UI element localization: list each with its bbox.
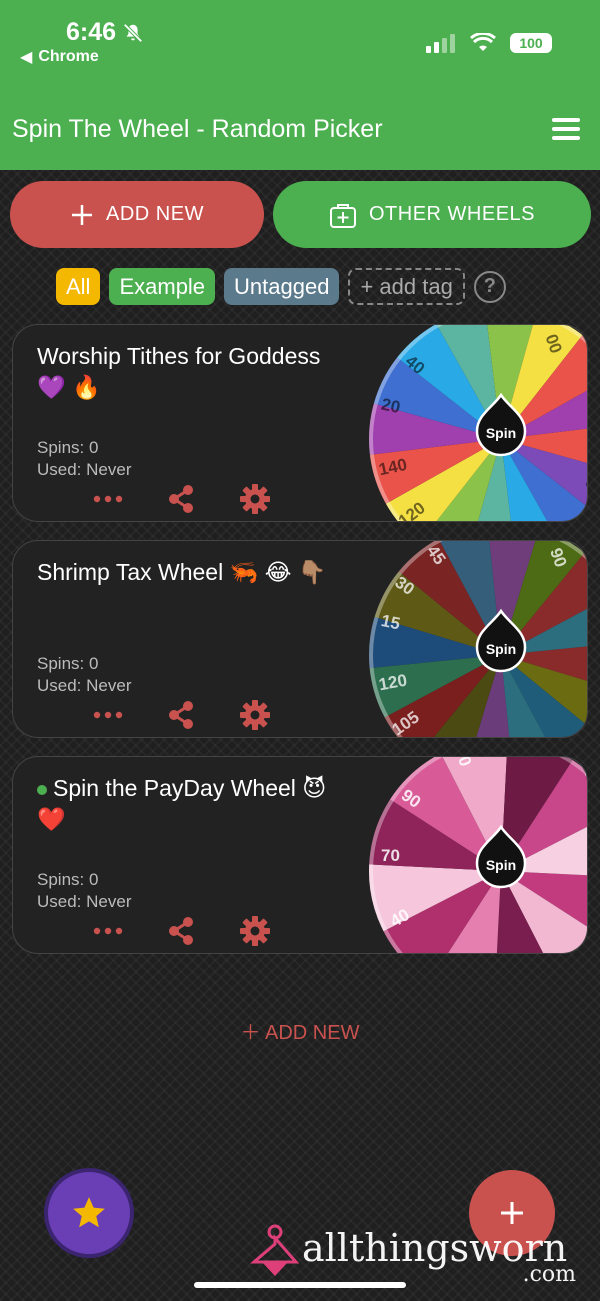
- wheel-stats: Spins: 0 Used: Never: [37, 437, 131, 481]
- wheel-title-text: Spin the PayDay Wheel 😈 ❤️: [37, 775, 327, 832]
- wheel-card[interactable]: Worship Tithes for Goddess 💜 🔥 Spins: 0 …: [12, 324, 588, 522]
- more-options-icon[interactable]: [93, 711, 123, 719]
- add-tag-button[interactable]: + add tag: [348, 268, 465, 305]
- share-icon[interactable]: [167, 916, 195, 946]
- back-to-app[interactable]: ◀ Chrome: [20, 47, 99, 67]
- wheel-stats: Spins: 0 Used: Never: [37, 869, 131, 913]
- spin-wheel[interactable]: 90 70 40 00 0 55 0 05 Spin: [365, 756, 588, 954]
- tag-example[interactable]: Example: [109, 268, 216, 305]
- spin-wheel[interactable]: 45 30 15 120 105 90 90 50 5 Spin: [365, 540, 588, 738]
- back-app-label: Chrome: [38, 48, 99, 65]
- gear-icon[interactable]: [239, 699, 271, 731]
- help-icon[interactable]: ?: [473, 270, 506, 303]
- briefcase-plus-icon: [329, 203, 356, 228]
- wheel-label: 15: [379, 611, 401, 634]
- more-options-icon[interactable]: [93, 927, 123, 935]
- home-indicator: [194, 1282, 406, 1288]
- spin-label: Spin: [486, 425, 516, 441]
- wheel-label: 70: [381, 846, 400, 865]
- spins-count: Spins: 0: [37, 654, 99, 673]
- card-actions: [93, 483, 271, 515]
- wheel-title: Spin the PayDay Wheel 😈 ❤️: [37, 773, 347, 835]
- favorites-button[interactable]: [44, 1168, 134, 1258]
- spins-count: Spins: 0: [37, 870, 99, 889]
- other-wheels-label: OTHER WHEELS: [368, 203, 536, 225]
- used-date: Used: Never: [37, 460, 132, 479]
- gear-icon[interactable]: [239, 483, 271, 515]
- clock: 6:46: [66, 18, 117, 46]
- share-icon[interactable]: [167, 484, 195, 514]
- wheel-title: Worship Tithes for Goddess 💜 🔥: [37, 343, 321, 400]
- wheel-card[interactable]: Spin the PayDay Wheel 😈 ❤️ Spins: 0 Used…: [12, 756, 588, 954]
- card-actions: [93, 915, 271, 947]
- bell-slash-icon: [123, 22, 143, 43]
- plus-icon: [72, 204, 93, 225]
- wheel-stats: Spins: 0 Used: Never: [37, 653, 131, 697]
- used-date: Used: Never: [37, 676, 132, 695]
- wheel-card[interactable]: Shrimp Tax Wheel 🦐 😂 👇🏽 Spins: 0 Used: N…: [12, 540, 588, 738]
- star-icon: [73, 1197, 105, 1228]
- card-actions: [93, 699, 271, 731]
- wifi-icon: [470, 33, 496, 51]
- active-indicator: [37, 784, 47, 795]
- tag-untagged[interactable]: Untagged: [224, 268, 340, 305]
- status-icons: 100: [426, 33, 552, 53]
- cellular-signal-icon: [426, 34, 455, 53]
- spin-label: Spin: [486, 857, 516, 873]
- wheel-label: 20: [380, 395, 402, 418]
- tag-filter-bar: All Example Untagged + add tag ?: [56, 268, 506, 305]
- app-header: 6:46 ◀ Chrome 100 Spin The Wheel - Rando…: [0, 0, 600, 170]
- gear-icon[interactable]: [239, 915, 271, 947]
- tag-all[interactable]: All: [56, 268, 101, 305]
- spin-label: Spin: [486, 641, 516, 657]
- spin-wheel[interactable]: 40 20 140 120 00 0 0 Spin: [365, 324, 588, 522]
- spins-count: Spins: 0: [37, 438, 99, 457]
- share-icon[interactable]: [167, 700, 195, 730]
- battery-icon: 100: [510, 33, 552, 53]
- plus-icon: ＋: [240, 1022, 265, 1044]
- hanger-logo-icon: [250, 1224, 300, 1276]
- add-new-link-label: ADD NEW: [265, 1022, 360, 1044]
- status-time: 6:46: [66, 18, 144, 47]
- used-date: Used: Never: [37, 892, 132, 911]
- add-new-label: ADD NEW: [106, 203, 204, 225]
- back-arrow-icon: ◀: [20, 49, 33, 66]
- app-title: Spin The Wheel - Random Picker: [12, 115, 383, 143]
- other-wheels-button[interactable]: OTHER WHEELS: [273, 181, 591, 248]
- more-options-icon[interactable]: [93, 495, 123, 503]
- add-new-button[interactable]: ADD NEW: [10, 181, 264, 248]
- wheel-title: Shrimp Tax Wheel 🦐 😂 👇🏽: [37, 559, 327, 585]
- add-new-link[interactable]: ＋ ADD NEW: [0, 1016, 600, 1045]
- watermark-domain: .com: [522, 1262, 576, 1287]
- hamburger-menu-icon[interactable]: [552, 118, 580, 140]
